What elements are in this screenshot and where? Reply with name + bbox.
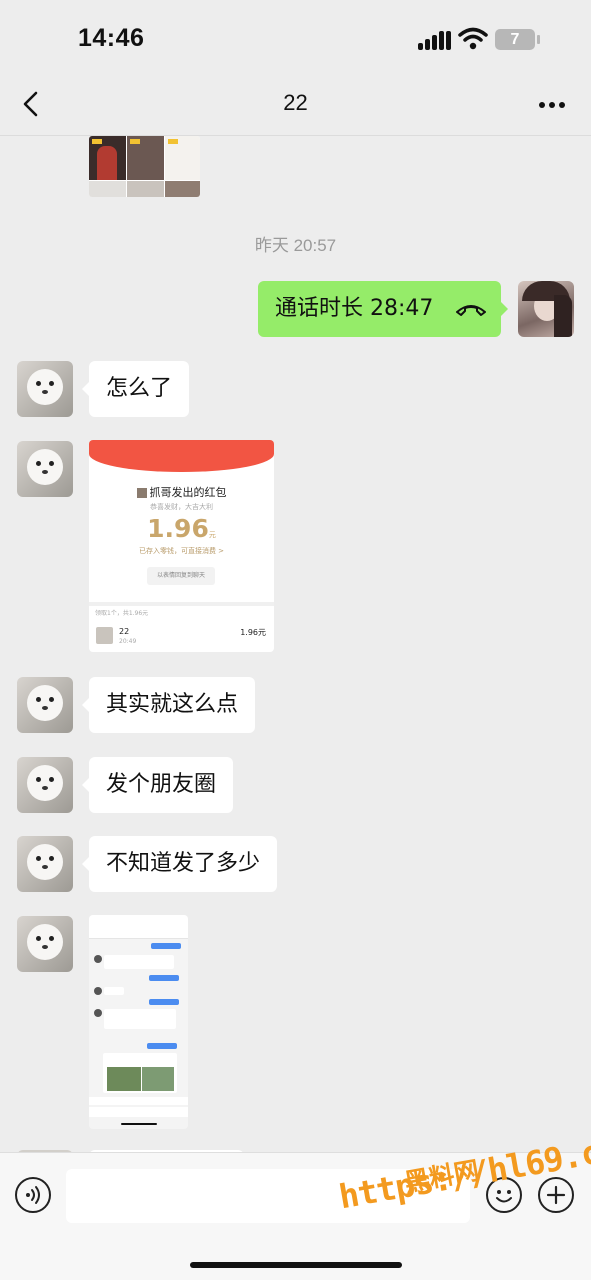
battery-cap bbox=[537, 35, 540, 44]
chat-title: 22 bbox=[283, 90, 308, 115]
red-packet-screenshot[interactable]: 抓哥发出的红包 恭喜发财，大吉大利 1.96元 已存入零钱，可直接消费 > 以表… bbox=[89, 440, 274, 652]
red-packet-note: 恭喜发财，大吉大利 bbox=[150, 503, 213, 511]
message-bubble[interactable]: 不知道发了多少 bbox=[81, 836, 278, 892]
receiver-name: 22 bbox=[119, 627, 130, 636]
plus-icon[interactable] bbox=[538, 1177, 574, 1213]
contact-avatar[interactable] bbox=[17, 757, 73, 813]
red-packet-list-header: 领取1个，共1.96元 bbox=[95, 610, 149, 617]
phone-hangup-icon bbox=[456, 305, 487, 316]
message-bubble[interactable]: 怎么了 bbox=[81, 361, 190, 417]
message-timestamp: 昨天 20:57 bbox=[254, 236, 337, 255]
message-text: 怎么了 bbox=[106, 376, 173, 401]
red-packet-sender-row: 抓哥发出的红包 bbox=[89, 484, 274, 500]
receiver-time: 20:49 bbox=[119, 638, 137, 645]
red-packet-subtext: 已存入零钱，可直接消费 > bbox=[138, 547, 225, 555]
reply-sticker-label: 以表情回复到聊天 bbox=[156, 572, 205, 579]
contact-avatar[interactable] bbox=[17, 916, 73, 972]
status-bar: 14:46 7 bbox=[0, 0, 591, 70]
red-packet-divider bbox=[89, 602, 274, 606]
chat-header: 22 bbox=[0, 70, 591, 136]
contact-avatar[interactable] bbox=[17, 361, 73, 417]
receiver-amount: 1.96元 bbox=[240, 628, 266, 637]
chat-messages[interactable]: 昨天 20:57 通话时长 28:47 怎么了 抓哥发出的红包 恭喜发财，大吉大… bbox=[0, 136, 591, 1152]
chat-screenshot-image[interactable] bbox=[89, 915, 188, 1129]
message-bubble[interactable]: 其实就这么点 bbox=[81, 677, 256, 733]
battery-indicator: 7 bbox=[495, 29, 535, 50]
wifi-icon bbox=[458, 27, 488, 50]
receiver-avatar bbox=[96, 627, 113, 644]
call-duration-bubble[interactable]: 通话时长 28:47 bbox=[258, 281, 508, 337]
sender-avatar bbox=[136, 488, 147, 498]
home-indicator bbox=[190, 1262, 402, 1268]
red-packet-amount-row: 1.96元 bbox=[89, 514, 274, 543]
my-avatar[interactable] bbox=[518, 281, 574, 337]
reply-with-sticker-button: 以表情回复到聊天 bbox=[147, 567, 215, 585]
red-packet-header bbox=[89, 440, 274, 472]
contact-avatar[interactable] bbox=[17, 677, 73, 733]
red-packet-sender: 抓哥发出的红包 bbox=[149, 486, 227, 499]
status-time: 14:46 bbox=[78, 24, 145, 52]
message-bubble[interactable]: 发个朋友圈 bbox=[81, 757, 234, 813]
red-packet-amount: 1.96 bbox=[147, 514, 209, 543]
voice-icon[interactable] bbox=[15, 1177, 51, 1213]
image-message[interactable] bbox=[89, 136, 200, 197]
cellular-signal-icon bbox=[418, 30, 452, 50]
contact-avatar[interactable] bbox=[17, 836, 73, 892]
call-duration-text: 通话时长 28:47 bbox=[275, 296, 434, 321]
message-text: 不知道发了多少 bbox=[106, 851, 261, 876]
more-dots-icon[interactable] bbox=[537, 100, 567, 110]
message-text: 其实就这么点 bbox=[106, 692, 239, 717]
message-text: 发个朋友圈 bbox=[106, 772, 217, 797]
contact-avatar[interactable] bbox=[17, 441, 73, 497]
red-packet-unit: 元 bbox=[208, 531, 216, 539]
